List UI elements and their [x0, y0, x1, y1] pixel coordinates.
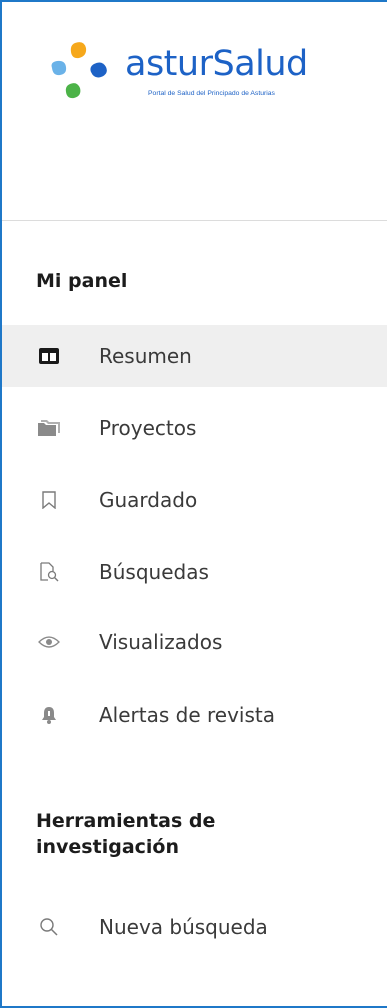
- search-document-icon: [38, 562, 60, 582]
- nav-label-resumen: Resumen: [99, 344, 192, 368]
- folder-icon: [38, 418, 60, 438]
- logo-header: asturSalud Portal de Salud del Principad…: [2, 2, 387, 221]
- eye-icon: [38, 632, 60, 652]
- nav-item-guardado[interactable]: Guardado: [2, 469, 387, 531]
- logo-wordmark: asturSalud: [125, 44, 308, 84]
- nav-item-resumen[interactable]: Resumen: [2, 325, 387, 387]
- section-title-mi-panel: Mi panel: [36, 270, 128, 292]
- logo-mark-icon: [51, 42, 107, 99]
- logo-tagline: Portal de Salud del Principado de Asturi…: [148, 90, 275, 97]
- nav-item-nueva-busqueda[interactable]: Nueva búsqueda: [2, 896, 387, 958]
- logo-word-salud: Salud: [212, 44, 308, 84]
- asturSalud-logo[interactable]: asturSalud Portal de Salud del Principad…: [48, 40, 368, 110]
- nav-label-nueva-busqueda: Nueva búsqueda: [99, 915, 268, 939]
- section-title-herramientas: Herramientas de investigación: [36, 810, 216, 858]
- nav-label-alertas: Alertas de revista: [99, 703, 275, 727]
- summary-icon: [38, 346, 60, 366]
- nav-label-guardado: Guardado: [99, 488, 198, 512]
- bookmark-icon: [38, 490, 60, 510]
- nav-item-busquedas[interactable]: Búsquedas: [2, 541, 387, 603]
- bell-icon: [38, 705, 60, 725]
- search-icon: [38, 917, 60, 937]
- nav-label-busquedas: Búsquedas: [99, 560, 209, 584]
- nav-label-proyectos: Proyectos: [99, 416, 197, 440]
- nav-item-alertas[interactable]: Alertas de revista: [2, 684, 387, 746]
- nav-label-visualizados: Visualizados: [99, 630, 223, 654]
- logo-word-astur: astur: [125, 44, 213, 84]
- sidebar-panel: asturSalud Portal de Salud del Principad…: [0, 0, 387, 1008]
- nav-item-proyectos[interactable]: Proyectos: [2, 397, 387, 459]
- nav-item-visualizados[interactable]: Visualizados: [2, 611, 387, 673]
